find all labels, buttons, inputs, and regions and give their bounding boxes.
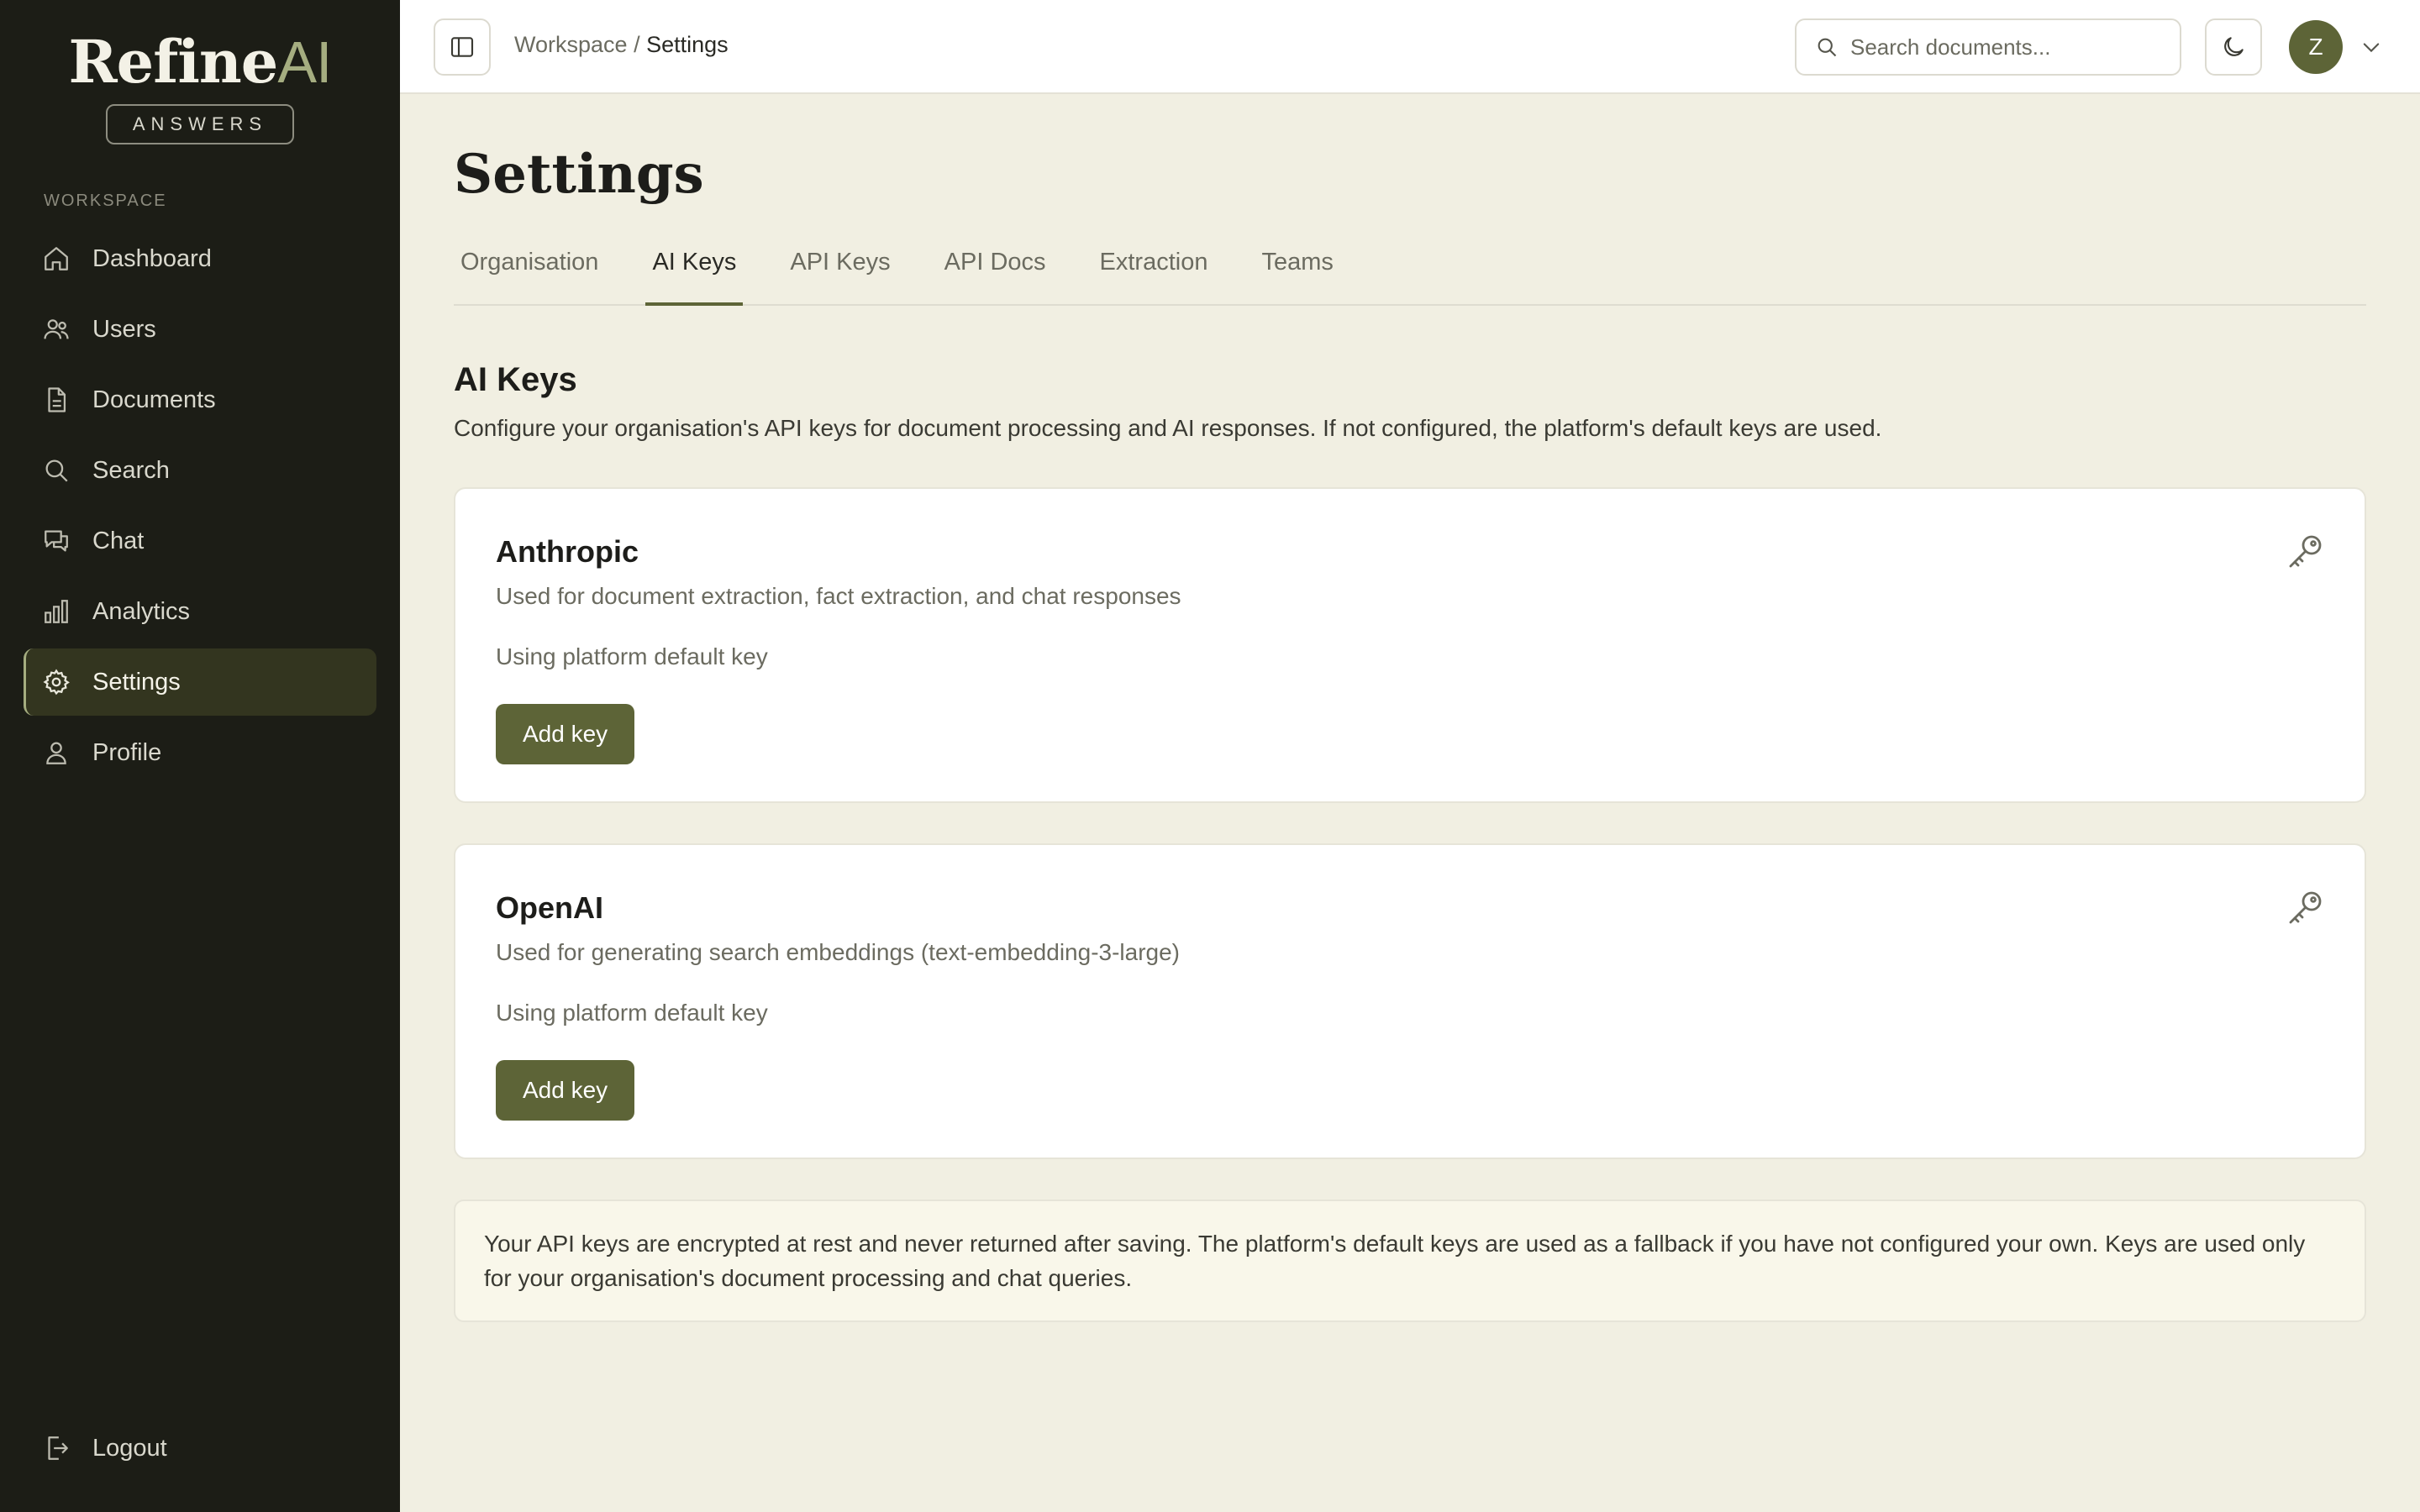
- card-title: OpenAI: [496, 890, 604, 925]
- card-description: Used for document extraction, fact extra…: [496, 583, 1181, 609]
- sidebar-item-label: Documents: [92, 386, 216, 413]
- key-icon: [2289, 535, 2322, 568]
- sidebar-item-label: Profile: [92, 738, 162, 766]
- settings-tabs: Organisation AI Keys API Keys API Docs E…: [454, 237, 2366, 306]
- user-icon: [46, 742, 66, 764]
- card-title: Anthropic: [496, 534, 639, 569]
- key-icon: [2289, 891, 2322, 924]
- section-title: AI Keys: [454, 361, 577, 398]
- add-key-button[interactable]: Add key: [496, 704, 635, 764]
- sidebar-section-label: WORKSPACE: [44, 192, 167, 210]
- page-title: Settings: [454, 143, 704, 206]
- card-status: Using platform default key: [496, 643, 768, 669]
- tab-teams[interactable]: Teams: [1255, 237, 1339, 306]
- sidebar-item-label: Chat: [92, 527, 145, 554]
- openai-key-card: OpenAI Used for generating search embedd…: [454, 843, 2366, 1159]
- logout-icon: [48, 1436, 68, 1460]
- anthropic-key-card: Anthropic Used for document extraction, …: [454, 487, 2366, 803]
- sidebar-item-search[interactable]: Search: [24, 437, 376, 504]
- breadcrumb: Workspace / Settings: [514, 32, 729, 58]
- sidebar-item-label: Users: [92, 315, 156, 343]
- bar-chart-icon: [45, 600, 68, 623]
- add-key-button[interactable]: Add key: [496, 1060, 635, 1121]
- sidebar-item-users[interactable]: Users: [24, 296, 376, 363]
- sidebar-item-settings[interactable]: Settings: [24, 648, 376, 716]
- logout-label: Logout: [92, 1434, 167, 1462]
- card-status: Using platform default key: [496, 1000, 768, 1026]
- avatar[interactable]: Z: [2289, 20, 2343, 74]
- search-input[interactable]: [1850, 34, 2170, 60]
- tab-api-keys[interactable]: API Keys: [783, 237, 897, 306]
- tab-extraction[interactable]: Extraction: [1093, 237, 1215, 306]
- brand-name: RefineAI: [68, 27, 333, 97]
- search-icon: [1818, 38, 1837, 57]
- breadcrumb-separator: /: [627, 32, 647, 57]
- card-description: Used for generating search embeddings (t…: [496, 939, 1180, 965]
- sidebar-item-profile[interactable]: Profile: [24, 719, 376, 786]
- top-bar: Workspace / Settings Z: [400, 0, 2420, 94]
- sidebar-item-label: Settings: [92, 668, 181, 696]
- breadcrumb-workspace[interactable]: Workspace: [514, 32, 628, 57]
- sidebar-item-analytics[interactable]: Analytics: [24, 578, 376, 645]
- sidebar-panel-icon: [450, 37, 474, 57]
- logout-button[interactable]: Logout: [24, 1415, 376, 1482]
- brand-logo[interactable]: RefineAI ANSWERS: [0, 29, 400, 144]
- search-box[interactable]: [1795, 18, 2181, 76]
- sidebar-item-chat[interactable]: Chat: [24, 507, 376, 575]
- sidebar-item-documents[interactable]: Documents: [24, 366, 376, 433]
- theme-toggle-button[interactable]: [2205, 18, 2262, 76]
- tab-organisation[interactable]: Organisation: [454, 237, 605, 306]
- sidebar-item-dashboard[interactable]: Dashboard: [24, 225, 376, 292]
- sidebar-item-label: Analytics: [92, 597, 191, 625]
- breadcrumb-current: Settings: [646, 32, 729, 57]
- users-icon: [44, 319, 69, 339]
- tab-ai-keys[interactable]: AI Keys: [645, 237, 744, 306]
- moon-icon: [2224, 37, 2244, 56]
- document-icon: [48, 387, 66, 412]
- section-description: Configure your organisation's API keys f…: [454, 415, 1882, 441]
- tab-api-docs[interactable]: API Docs: [938, 237, 1053, 306]
- sidebar-nav: Dashboard Users Documents Search Chat An…: [24, 225, 376, 790]
- search-icon: [45, 459, 68, 482]
- gear-icon: [43, 669, 70, 696]
- sidebar: RefineAI ANSWERS WORKSPACE Dashboard Use…: [0, 0, 400, 1512]
- sidebar-toggle-button[interactable]: [434, 18, 491, 76]
- brand-subtitle: ANSWERS: [105, 104, 295, 144]
- sidebar-item-label: Search: [92, 456, 170, 484]
- sidebar-item-label: Dashboard: [92, 244, 212, 272]
- chat-icon: [45, 530, 68, 552]
- home-icon: [45, 247, 68, 270]
- encryption-info-box: Your API keys are encrypted at rest and …: [454, 1200, 2366, 1322]
- chevron-down-icon[interactable]: [2360, 35, 2383, 59]
